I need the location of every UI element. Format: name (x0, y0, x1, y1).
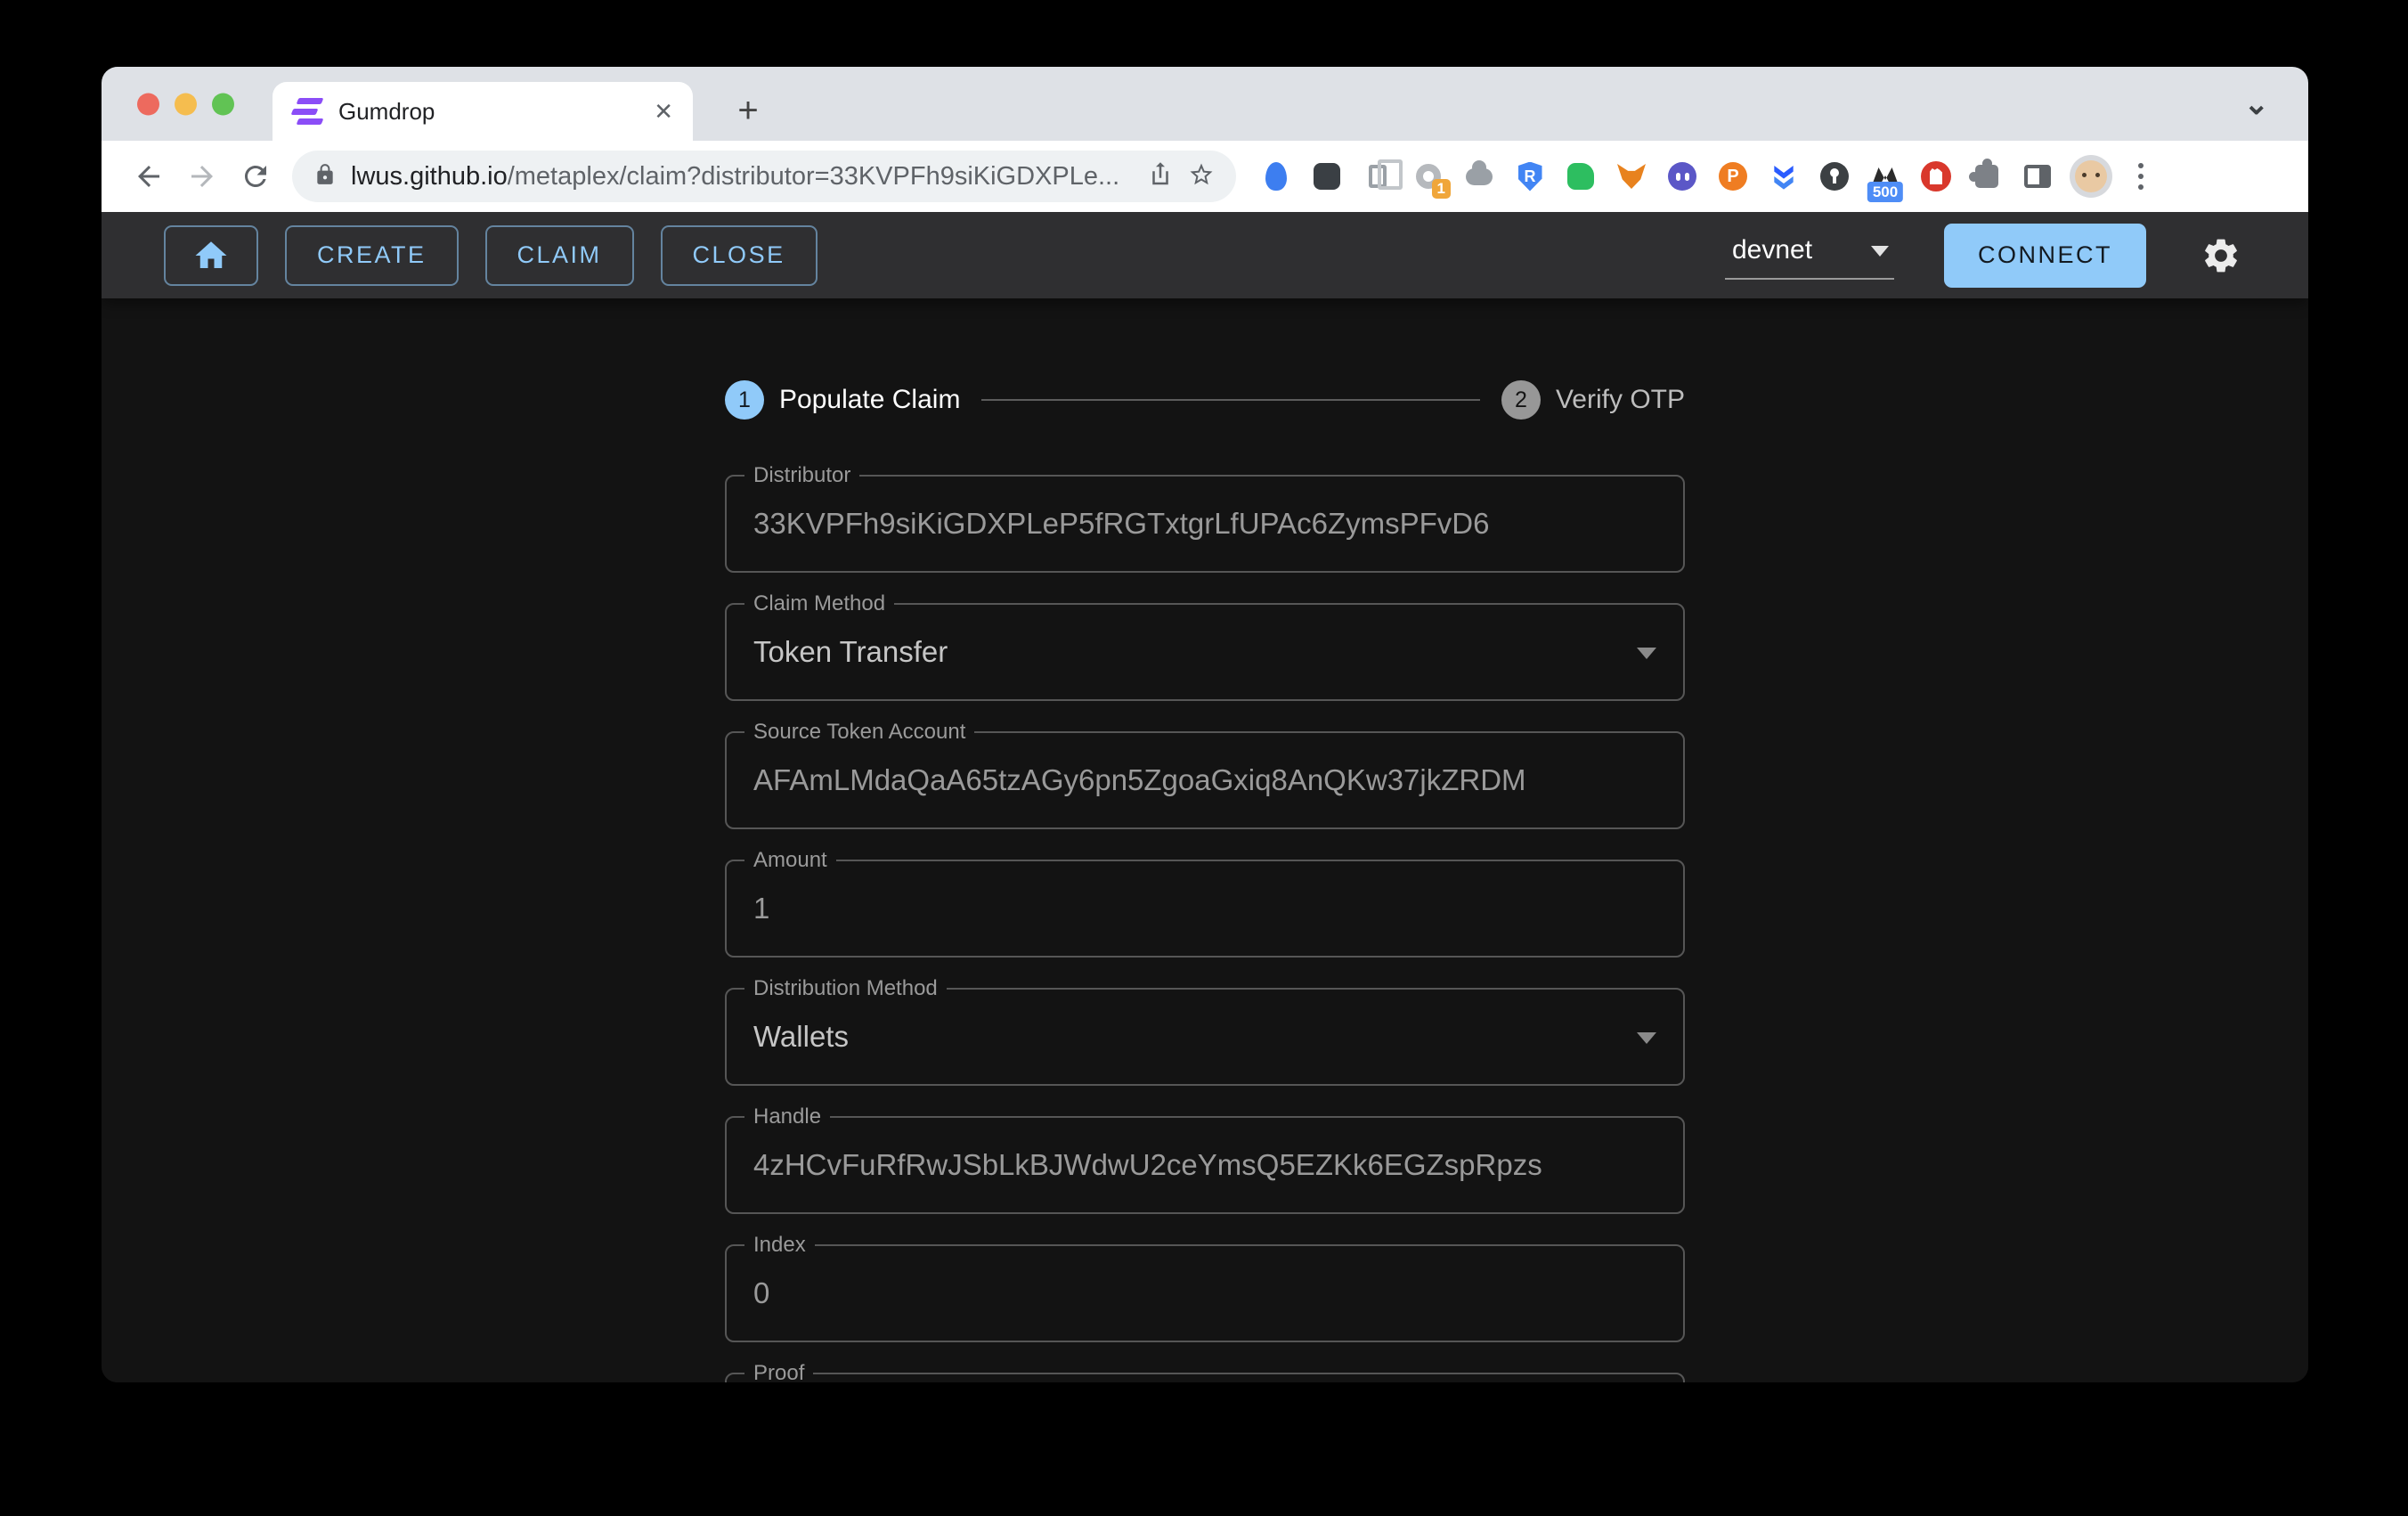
browser-window: Gumdrop ✕ + ⌄ lwus.github.io/metaplex/cl… (102, 67, 2308, 1382)
claim-button[interactable]: CLAIM (485, 225, 634, 286)
network-select-value: devnet (1732, 235, 1812, 265)
gear-icon (2201, 235, 2241, 276)
create-button[interactable]: CREATE (285, 225, 459, 286)
fivehundredpx-extension-icon[interactable]: 500 (1867, 156, 1904, 197)
close-window-button[interactable] (137, 93, 159, 115)
dropdown-caret-icon (1871, 246, 1889, 257)
balloon-pin-extension-icon[interactable] (1257, 156, 1295, 197)
distribution-method-select[interactable]: Distribution Method Wallets (725, 988, 1685, 1086)
minimize-window-button[interactable] (175, 93, 197, 115)
source-token-account-label: Source Token Account (744, 719, 974, 746)
step-1-label: Populate Claim (779, 385, 960, 415)
settings-button[interactable] (2196, 231, 2246, 281)
extension-count-badge: 1 (1432, 179, 1451, 199)
step-verify-otp: 2 Verify OTP (1501, 380, 1685, 420)
distribution-method-label: Distribution Method (744, 975, 947, 1002)
source-token-account-value: AFAmLMdaQaA65tzAGy6pn5ZgoaGxiq8AnQKw37jk… (753, 763, 1526, 797)
amount-label: Amount (744, 847, 836, 874)
distributor-value: 33KVPFh9siKiGDXPLeP5fRGTxtgrLfUPAc6ZymsP… (753, 507, 1489, 541)
home-icon (192, 237, 230, 274)
step-populate-claim: 1 Populate Claim (725, 380, 960, 420)
nav-right-group: devnet CONNECT (1725, 224, 2246, 288)
puzzle-extensions-icon[interactable] (1968, 156, 2005, 197)
step-1-circle: 1 (725, 380, 764, 420)
url-path: /metaplex/claim?distributor=33KVPFh9siKi… (508, 162, 1119, 191)
orange-p-extension-icon[interactable]: P (1714, 156, 1752, 197)
index-value: 0 (753, 1276, 769, 1310)
side-panel-icon[interactable] (2019, 156, 2056, 197)
extensions-row: 1 R P 500 (1257, 155, 2144, 198)
index-label: Index (744, 1232, 815, 1259)
handle-value: 4zHCvFuRfRwJSbLkBJWdwU2ceYmsQ5EZKk6EGZsp… (753, 1148, 1542, 1182)
metamask-fox-icon[interactable] (1613, 156, 1650, 197)
dark-app-extension-icon[interactable] (1308, 156, 1346, 197)
step-2-circle: 2 (1501, 380, 1541, 420)
gumdrop-app: CREATE CLAIM CLOSE devnet CONNECT (102, 212, 2308, 1382)
cloud-extension-icon[interactable] (1460, 156, 1498, 197)
share-icon[interactable] (1147, 161, 1174, 192)
indigo-face-extension-icon[interactable] (1664, 156, 1701, 197)
evernote-elephant-icon[interactable] (1562, 156, 1599, 197)
tab-strip: Gumdrop ✕ + ⌄ (102, 67, 2308, 141)
reload-button[interactable] (232, 152, 280, 200)
step-2-label: Verify OTP (1556, 385, 1685, 415)
px500-badge: 500 (1867, 182, 1903, 202)
back-button[interactable] (125, 152, 173, 200)
proof-field[interactable]: Proof (725, 1373, 1685, 1382)
forward-button[interactable] (178, 152, 226, 200)
nav-button-group: CREATE CLAIM CLOSE (164, 225, 818, 286)
url-text: lwus.github.io/metaplex/claim?distributo… (351, 162, 1133, 192)
macos-traffic-lights (137, 93, 234, 115)
claim-page-content: 1 Populate Claim 2 Verify OTP Distributo… (102, 298, 2308, 1382)
loop-extension-icon[interactable]: 1 (1410, 156, 1447, 197)
index-field[interactable]: Index 0 (725, 1244, 1685, 1342)
tab-title: Gumdrop (338, 98, 654, 126)
keyhole-circle-extension-icon[interactable] (1816, 156, 1853, 197)
address-bar[interactable]: lwus.github.io/metaplex/claim?distributo… (292, 151, 1236, 202)
claim-method-value: Token Transfer (753, 635, 948, 669)
claim-method-label: Claim Method (744, 591, 894, 617)
zoom-window-button[interactable] (212, 93, 234, 115)
stepper-connector (981, 399, 1480, 401)
chevron-down-icon (1637, 648, 1656, 659)
source-token-account-field[interactable]: Source Token Account AFAmLMdaQaA65tzAGy6… (725, 731, 1685, 829)
screenshot-stage: Gumdrop ✕ + ⌄ lwus.github.io/metaplex/cl… (0, 0, 2408, 1516)
new-tab-button[interactable]: + (725, 87, 771, 134)
tab-close-icon[interactable]: ✕ (654, 98, 673, 126)
claim-stepper: 1 Populate Claim 2 Verify OTP (725, 380, 1685, 420)
close-button[interactable]: CLOSE (661, 225, 818, 286)
network-select[interactable]: devnet (1725, 232, 1894, 280)
bookmark-star-icon[interactable] (1188, 161, 1215, 192)
app-navbar: CREATE CLAIM CLOSE devnet CONNECT (102, 212, 2308, 298)
browser-menu-icon[interactable] (2138, 163, 2144, 190)
amount-value: 1 (753, 892, 769, 925)
chevron-down-icon (1637, 1032, 1656, 1044)
distributor-label: Distributor (744, 462, 859, 489)
copy-pages-extension-icon[interactable] (1359, 156, 1396, 197)
browser-tab-gumdrop[interactable]: Gumdrop ✕ (273, 82, 693, 141)
handle-label: Handle (744, 1104, 830, 1130)
amount-field[interactable]: Amount 1 (725, 860, 1685, 958)
blue-chevrons-extension-icon[interactable] (1765, 156, 1802, 197)
home-button[interactable] (164, 225, 258, 286)
solana-favicon (292, 98, 322, 125)
proof-label: Proof (744, 1360, 813, 1382)
browser-toolbar: lwus.github.io/metaplex/claim?distributo… (102, 141, 2308, 212)
distributor-field[interactable]: Distributor 33KVPFh9siKiGDXPLeP5fRGTxtgr… (725, 475, 1685, 573)
url-host: lwus.github.io (351, 162, 508, 191)
lock-icon (313, 163, 337, 191)
claim-method-select[interactable]: Claim Method Token Transfer (725, 603, 1685, 701)
distribution-method-value: Wallets (753, 1020, 849, 1054)
profile-avatar[interactable] (2070, 155, 2112, 198)
handle-field[interactable]: Handle 4zHCvFuRfRwJSbLkBJWdwU2ceYmsQ5EZK… (725, 1116, 1685, 1214)
stop-hand-adblock-icon[interactable] (1917, 156, 1955, 197)
tab-search-chevron-icon[interactable]: ⌄ (2244, 86, 2270, 122)
shield-r-extension-icon[interactable]: R (1511, 156, 1549, 197)
connect-wallet-button[interactable]: CONNECT (1944, 224, 2146, 288)
